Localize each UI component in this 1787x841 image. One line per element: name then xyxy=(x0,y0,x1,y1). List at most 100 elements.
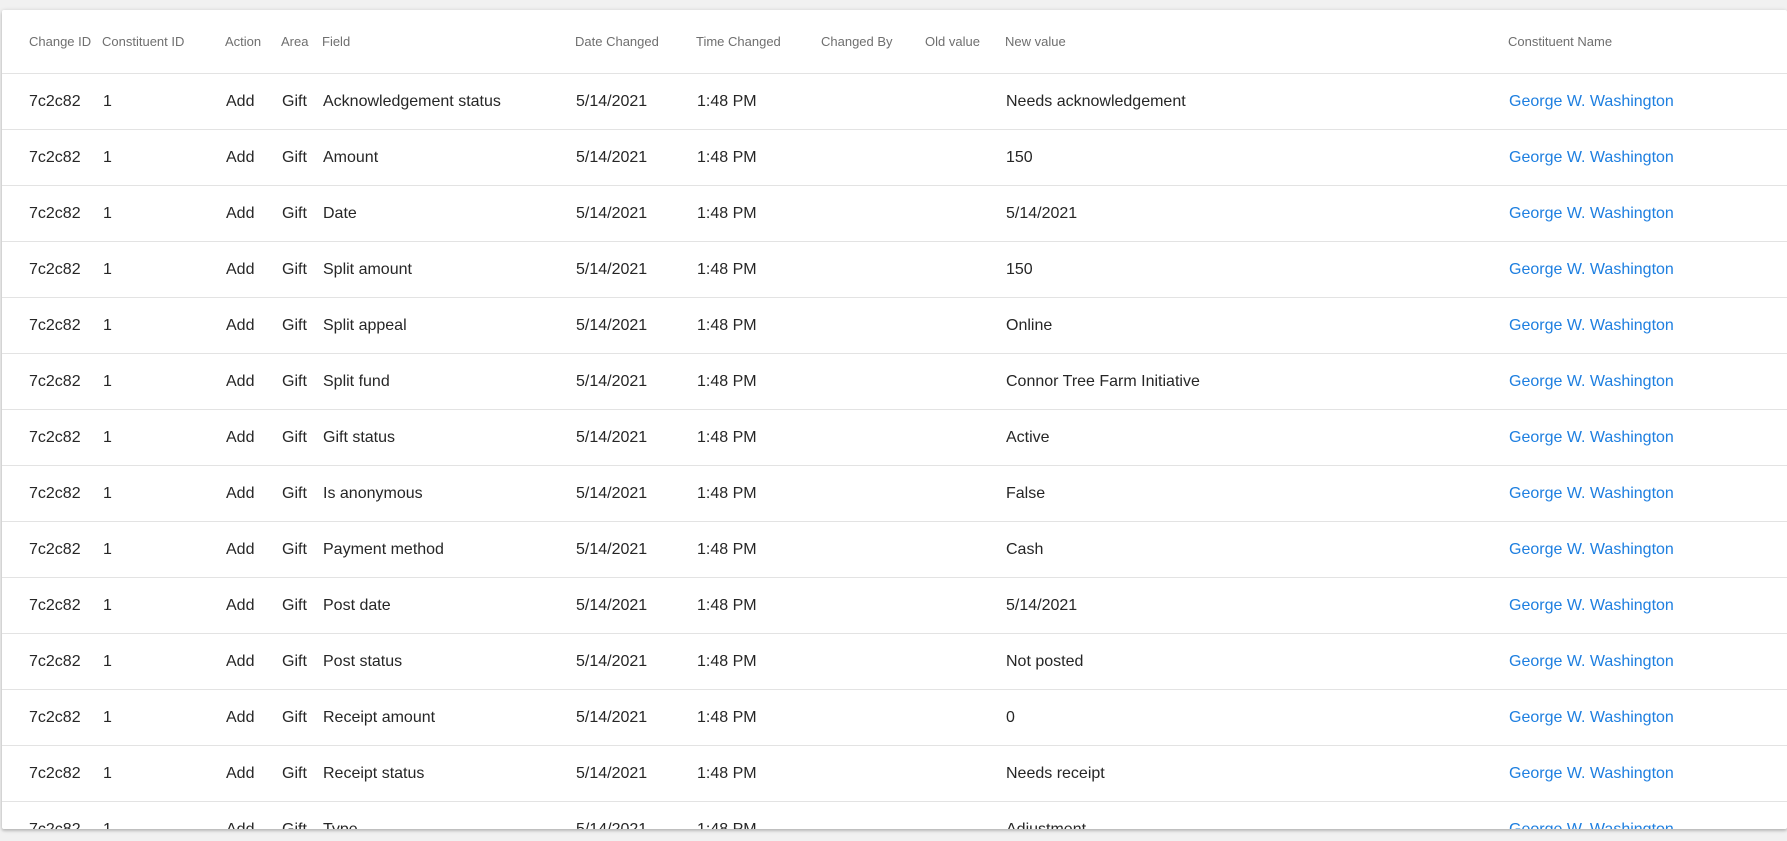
constituent-name-link[interactable]: George W. Washington xyxy=(1509,317,1674,334)
cell-change-id: 7c2c82 xyxy=(2,577,102,634)
table-row[interactable]: 7c2c82 1 Add Gift Receipt amount 5/14/2021 1:4… xyxy=(2,689,1787,746)
cell-area: Gift xyxy=(281,521,322,578)
cell-changed-by xyxy=(821,73,925,130)
cell-changed-by xyxy=(821,802,925,830)
column-header-old-value[interactable]: Old value xyxy=(925,10,1005,74)
table-row[interactable]: 7c2c82 1 Add Gift Type 5/14/2021 1:48 PM Adjust… xyxy=(2,802,1787,830)
cell-time-changed: 1:48 PM xyxy=(696,745,821,802)
table-row[interactable]: 7c2c82 1 Add Gift Is anonymous 5/14/2021 1:48 … xyxy=(2,465,1787,522)
cell-constituent-id: 1 xyxy=(102,241,225,298)
cell-old-value xyxy=(925,633,1005,690)
constituent-name-link[interactable]: George W. Washington xyxy=(1509,541,1674,558)
column-header-time-changed[interactable]: Time Changed xyxy=(696,10,821,74)
cell-change-id: 7c2c82 xyxy=(29,820,81,830)
change-history-table: Change ID Constituent ID Action Area Fie… xyxy=(2,10,1787,829)
table-row[interactable]: 7c2c82 1 Add Gift Post status 5/14/2021 1:48 P… xyxy=(2,633,1787,690)
cell-change-id: 7c2c82 xyxy=(2,129,102,186)
table-row[interactable]: 7c2c82 1 Add Gift Receipt status 5/14/2021 1:4… xyxy=(2,745,1787,802)
cell-change-id: 7c2c82 xyxy=(2,297,102,354)
cell-field: Acknowledgement status xyxy=(322,73,575,130)
table-header: Change ID Constituent ID Action Area Fie… xyxy=(2,10,1787,74)
cell-field: Split appeal xyxy=(322,297,575,354)
cell-constituent-name: George W. Washington xyxy=(1508,297,1787,354)
cell-date-changed: 5/14/2021 xyxy=(576,820,648,830)
cell-constituent-id: 1 xyxy=(102,409,225,466)
cell-date-changed: 5/14/2021 xyxy=(575,521,696,578)
cell-area: Gift xyxy=(282,820,307,830)
cell-time-changed: 1:48 PM xyxy=(696,633,821,690)
constituent-name-link[interactable]: George W. Washington xyxy=(1509,205,1674,222)
table-row[interactable]: 7c2c82 1 Add Gift Date 5/14/2021 1:48 PM 5/14/2… xyxy=(2,185,1787,242)
table-body: 7c2c82 1 Add Gift Acknowledgement status 5/14… xyxy=(2,73,1787,830)
cell-changed-by xyxy=(821,521,925,578)
column-header-date-changed[interactable]: Date Changed xyxy=(575,10,696,74)
constituent-name-link[interactable]: George W. Washington xyxy=(1509,821,1674,830)
cell-old-value xyxy=(925,241,1005,298)
cell-changed-by xyxy=(821,409,925,466)
cell-new-value: Cash xyxy=(1005,521,1508,578)
cell-changed-by xyxy=(821,185,925,242)
cell-old-value xyxy=(925,129,1005,186)
cell-constituent-name: George W. Washington xyxy=(1508,689,1787,746)
cell-constituent-name: George W. Washington xyxy=(1508,129,1787,186)
cell-change-id: 7c2c82 xyxy=(2,73,102,130)
constituent-name-link[interactable]: George W. Washington xyxy=(1509,429,1674,446)
cell-action: Add xyxy=(225,297,281,354)
column-header-change-id[interactable]: Change ID xyxy=(2,10,102,74)
constituent-name-link[interactable]: George W. Washington xyxy=(1509,485,1674,502)
column-header-area[interactable]: Area xyxy=(281,10,322,74)
column-header-new-value[interactable]: New value xyxy=(1005,10,1508,74)
constituent-name-link[interactable]: George W. Washington xyxy=(1509,709,1674,726)
table-row[interactable]: 7c2c82 1 Add Gift Gift status 5/14/2021 1:48 P… xyxy=(2,409,1787,466)
cell-action: Add xyxy=(225,241,281,298)
cell-changed-by xyxy=(821,129,925,186)
cell-new-value: 150 xyxy=(1005,241,1508,298)
cell-area: Gift xyxy=(281,353,322,410)
cell-constituent-name: George W. Washington xyxy=(1508,802,1787,830)
cell-old-value xyxy=(925,353,1005,410)
table-row[interactable]: 7c2c82 1 Add Gift Post date 5/14/2021 1:48 PM 5… xyxy=(2,577,1787,634)
cell-action: Add xyxy=(225,73,281,130)
table-row[interactable]: 7c2c82 1 Add Gift Split fund 5/14/2021 1:48 PM… xyxy=(2,353,1787,410)
cell-changed-by xyxy=(821,689,925,746)
cell-date-changed: 5/14/2021 xyxy=(575,353,696,410)
table-row[interactable]: 7c2c82 1 Add Gift Amount 5/14/2021 1:48 PM 150 G… xyxy=(2,129,1787,186)
cell-field: Payment method xyxy=(322,521,575,578)
cell-constituent-name: George W. Washington xyxy=(1508,185,1787,242)
cell-change-id: 7c2c82 xyxy=(2,241,102,298)
table-row[interactable]: 7c2c82 1 Add Gift Payment method 5/14/2021 1:4… xyxy=(2,521,1787,578)
cell-old-value xyxy=(925,802,1005,830)
column-header-changed-by[interactable]: Changed By xyxy=(821,10,925,74)
cell-constituent-id: 1 xyxy=(102,689,225,746)
cell-constituent-id: 1 xyxy=(102,297,225,354)
cell-constituent-id: 1 xyxy=(102,633,225,690)
column-header-constituent-id[interactable]: Constituent ID xyxy=(102,10,225,74)
cell-new-value: Online xyxy=(1005,297,1508,354)
constituent-name-link[interactable]: George W. Washington xyxy=(1509,653,1674,670)
cell-time-changed: 1:48 PM xyxy=(696,241,821,298)
cell-field: Is anonymous xyxy=(322,465,575,522)
constituent-name-link[interactable]: George W. Washington xyxy=(1509,149,1674,166)
cell-change-id: 7c2c82 xyxy=(2,633,102,690)
column-header-field[interactable]: Field xyxy=(322,10,575,74)
cell-old-value xyxy=(925,689,1005,746)
cell-date-changed: 5/14/2021 xyxy=(575,73,696,130)
constituent-name-link[interactable]: George W. Washington xyxy=(1509,597,1674,614)
cell-area: Gift xyxy=(281,185,322,242)
constituent-name-link[interactable]: George W. Washington xyxy=(1509,261,1674,278)
cell-action: Add xyxy=(225,521,281,578)
cell-new-value: Connor Tree Farm Initiative xyxy=(1005,353,1508,410)
table-row[interactable]: 7c2c82 1 Add Gift Split appeal 5/14/2021 1:48 … xyxy=(2,297,1787,354)
column-header-action[interactable]: Action xyxy=(225,10,281,74)
cell-constituent-name: George W. Washington xyxy=(1508,409,1787,466)
table-row[interactable]: 7c2c82 1 Add Gift Split amount 5/14/2021 1:48 … xyxy=(2,241,1787,298)
cell-area: Gift xyxy=(281,297,322,354)
constituent-name-link[interactable]: George W. Washington xyxy=(1509,373,1674,390)
cell-action: Add xyxy=(225,465,281,522)
cell-field: Receipt status xyxy=(322,745,575,802)
table-row[interactable]: 7c2c82 1 Add Gift Acknowledgement status 5/14… xyxy=(2,73,1787,130)
constituent-name-link[interactable]: George W. Washington xyxy=(1509,93,1674,110)
constituent-name-link[interactable]: George W. Washington xyxy=(1509,765,1674,782)
cell-field: Split amount xyxy=(322,241,575,298)
column-header-constituent-name[interactable]: Constituent Name xyxy=(1508,10,1787,74)
